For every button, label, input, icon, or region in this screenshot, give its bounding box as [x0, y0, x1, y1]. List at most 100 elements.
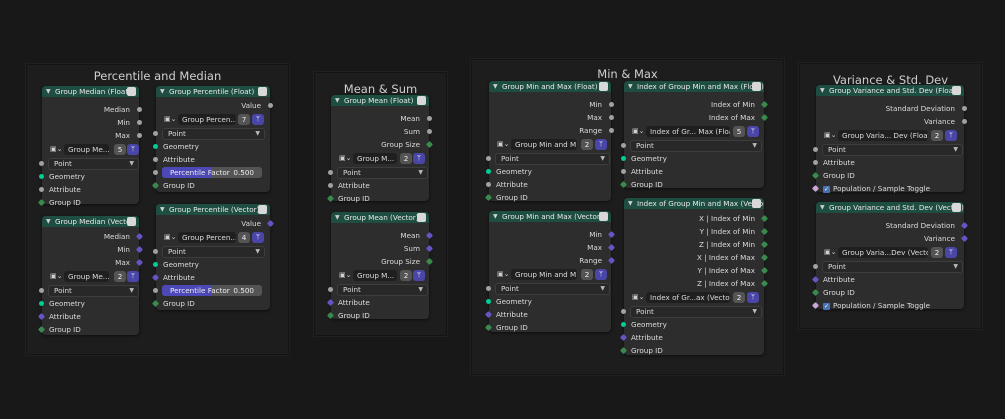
float-socket[interactable] — [39, 288, 44, 293]
node-group-name[interactable]: Group Min and M... — [511, 269, 577, 280]
float-socket[interactable] — [813, 160, 818, 165]
chevron-down-icon[interactable]: ▼ — [335, 95, 340, 106]
node-header[interactable]: ▼ Group Mean (Vector) — [331, 212, 429, 223]
chevron-down-icon[interactable]: ▼ — [335, 212, 340, 223]
geometry-socket[interactable] — [621, 322, 626, 327]
float-socket[interactable] — [621, 143, 626, 148]
float-socket[interactable] — [609, 102, 614, 107]
node-group-selector[interactable]: ▣⌄ Group Percen... 7 ᛘ — [156, 112, 270, 127]
fake-user-icon[interactable]: ᛘ — [747, 126, 759, 137]
node-group-name[interactable]: Group M... — [353, 270, 397, 281]
node-group-name[interactable]: Group Varia...Dev (Vector) — [838, 247, 928, 258]
node-header[interactable]: ▼ Group Median (Vector) — [42, 216, 139, 227]
node-header[interactable]: ▼ Group Variance and Std. Dev (Float) — [816, 85, 964, 96]
float-socket[interactable] — [153, 157, 158, 162]
fake-user-icon[interactable]: ᛘ — [747, 292, 759, 303]
fake-user-icon[interactable]: ᛘ — [413, 153, 425, 164]
float-socket[interactable] — [621, 169, 626, 174]
node-group-name[interactable]: Index of Gr...ax (Vector) — [646, 292, 730, 303]
domain-dropdown[interactable]: Point ▼ — [48, 285, 139, 297]
fake-user-icon[interactable]: ᛘ — [595, 269, 607, 280]
float-socket[interactable] — [328, 287, 333, 292]
float-socket[interactable] — [486, 156, 491, 161]
node-group-variance-vector[interactable]: ▼ Group Variance and Std. Dev (Vector) St… — [811, 202, 969, 310]
domain-dropdown[interactable]: Point ▼ — [162, 246, 265, 258]
domain-dropdown[interactable]: Point ▼ — [495, 283, 610, 295]
node-group-percentile-float[interactable]: ▼ Group Percentile (Float) Value ▣⌄ Group… — [151, 86, 273, 192]
chevron-down-icon[interactable]: ▼ — [46, 216, 51, 227]
float-socket[interactable] — [153, 288, 158, 293]
node-group-median-float[interactable]: ▼ Group Median (Float) Median Min Max ▣⌄ … — [37, 86, 142, 207]
node-group-min-max-vector[interactable]: ▼ Group Min and Max (Vector) Min Max Rang… — [484, 211, 616, 332]
percentile-factor-slider[interactable]: Percentile Factor 0.500 — [162, 167, 262, 178]
node-group-selector[interactable]: ▣⌄ Group Min and M... 2 ᛘ — [489, 137, 611, 152]
float-socket[interactable] — [268, 103, 273, 108]
node-header[interactable]: ▼ Group Min and Max (Float) — [489, 81, 611, 92]
domain-dropdown[interactable]: Point ▼ — [630, 306, 762, 318]
domain-dropdown[interactable]: Point ▼ — [630, 140, 762, 152]
node-group-name[interactable]: Group M... — [353, 153, 397, 164]
node-header[interactable]: ▼ Group Min and Max (Vector) — [489, 211, 611, 222]
chevron-down-icon[interactable]: ▼ — [628, 81, 633, 92]
chevron-down-icon[interactable]: ▼ — [493, 211, 498, 222]
chevron-down-icon[interactable]: ▼ — [820, 202, 825, 213]
node-group-selector[interactable]: ▣⌄ Group M... 2 ᛘ — [331, 151, 429, 166]
node-group-selector[interactable]: ▣⌄ Index of Gr... Max (Float) 5 ᛘ — [624, 124, 764, 139]
percentile-factor-slider[interactable]: Percentile Factor 0.500 — [162, 285, 262, 296]
fake-user-icon[interactable]: ᛘ — [252, 232, 264, 243]
node-header[interactable]: ▼ Group Mean (Float) — [331, 95, 429, 106]
domain-dropdown[interactable]: Point ▼ — [822, 144, 963, 156]
chevron-down-icon[interactable]: ▼ — [628, 198, 633, 209]
geometry-socket[interactable] — [486, 299, 491, 304]
node-group-name[interactable]: Group Me... — [64, 144, 109, 155]
float-socket[interactable] — [153, 170, 158, 175]
geometry-socket[interactable] — [153, 144, 158, 149]
node-group-name[interactable]: Group Varia... Dev (Float) — [838, 130, 928, 141]
node-group-median-vector[interactable]: ▼ Group Median (Vector) Median Min Max ▣⌄… — [37, 216, 144, 335]
float-socket[interactable] — [153, 131, 158, 136]
float-socket[interactable] — [39, 161, 44, 166]
chevron-down-icon[interactable]: ▼ — [820, 85, 825, 96]
fake-user-icon[interactable]: ᛘ — [127, 271, 139, 282]
node-group-selector[interactable]: ▣⌄ Group Varia...Dev (Vector) 2 ᛘ — [816, 245, 964, 260]
domain-dropdown[interactable]: Point ▼ — [337, 284, 428, 296]
float-socket[interactable] — [962, 106, 967, 111]
float-socket[interactable] — [486, 182, 491, 187]
checkbox-checked-icon[interactable]: ✓ — [823, 302, 830, 310]
node-group-selector[interactable]: ▣⌄ Group Varia... Dev (Float) 2 ᛘ — [816, 128, 964, 143]
geometry-socket[interactable] — [39, 174, 44, 179]
chevron-down-icon[interactable]: ▼ — [160, 86, 165, 97]
geometry-socket[interactable] — [486, 169, 491, 174]
float-socket[interactable] — [609, 115, 614, 120]
domain-dropdown[interactable]: Point ▼ — [495, 153, 610, 165]
node-group-name[interactable]: Group Percen... — [178, 114, 236, 125]
node-group-selector[interactable]: ▣⌄ Group Me... 2 ᛘ — [42, 269, 139, 284]
float-socket[interactable] — [137, 120, 142, 125]
node-group-selector[interactable]: ▣⌄ Index of Gr...ax (Vector) 2 ᛘ — [624, 290, 764, 305]
float-socket[interactable] — [328, 170, 333, 175]
node-group-name[interactable]: Group Min and M... — [511, 139, 577, 150]
node-header[interactable]: ▼ Index of Group Min and Max (Vector) — [624, 198, 764, 209]
float-socket[interactable] — [813, 264, 818, 269]
float-socket[interactable] — [328, 183, 333, 188]
fake-user-icon[interactable]: ᛘ — [252, 114, 264, 125]
float-socket[interactable] — [137, 107, 142, 112]
float-socket[interactable] — [39, 187, 44, 192]
checkbox-checked-icon[interactable]: ✓ — [823, 185, 830, 193]
node-group-name[interactable]: Group Me... — [64, 271, 109, 282]
float-socket[interactable] — [153, 249, 158, 254]
node-header[interactable]: ▼ Group Percentile (Float) — [156, 86, 270, 97]
node-header[interactable]: ▼ Group Median (Float) — [42, 86, 139, 97]
float-socket[interactable] — [137, 133, 142, 138]
node-group-mean-vector[interactable]: ▼ Group Mean (Vector) Mean Sum Group Size… — [326, 212, 434, 320]
float-socket[interactable] — [621, 309, 626, 314]
domain-dropdown[interactable]: Point ▼ — [822, 261, 963, 273]
fake-user-icon[interactable]: ᛘ — [127, 144, 139, 155]
chevron-down-icon[interactable]: ▼ — [46, 86, 51, 97]
float-socket[interactable] — [609, 128, 614, 133]
fake-user-icon[interactable]: ᛘ — [413, 270, 425, 281]
domain-dropdown[interactable]: Point ▼ — [48, 158, 139, 170]
node-group-name[interactable]: Index of Gr... Max (Float) — [646, 126, 730, 137]
fake-user-icon[interactable]: ᛘ — [595, 139, 607, 150]
node-group-selector[interactable]: ▣⌄ Group Min and M... 2 ᛘ — [489, 267, 611, 282]
